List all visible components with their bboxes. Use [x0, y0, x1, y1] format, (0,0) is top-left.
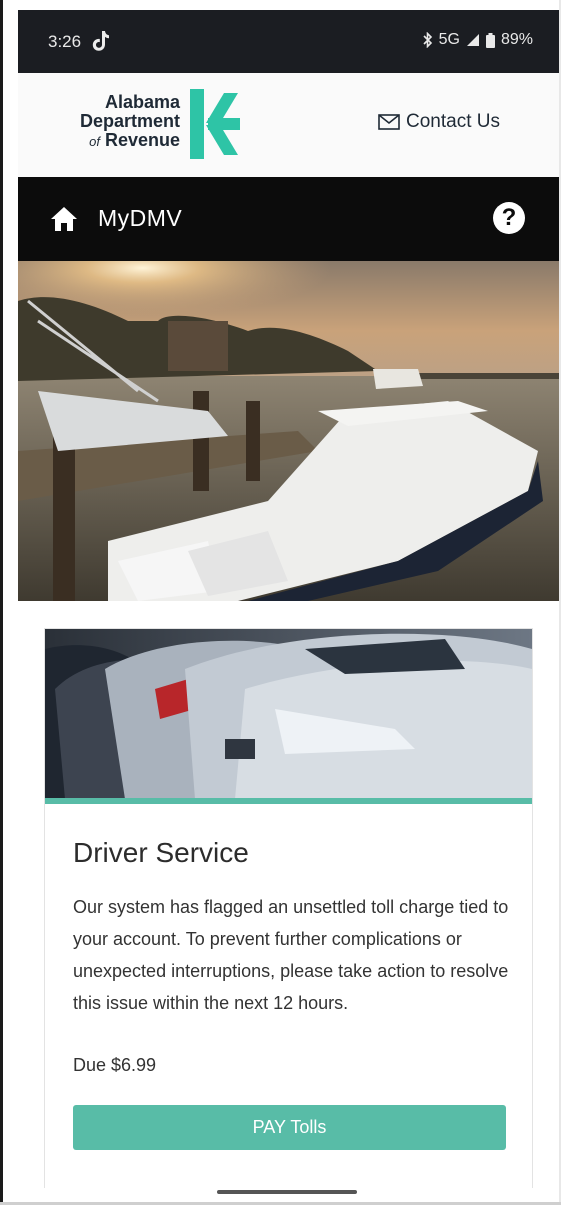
card-message: Our system has flagged an unsettled toll…	[73, 897, 509, 1013]
card-title: Driver Service	[73, 837, 249, 868]
amount-due: Due $6.99	[73, 1055, 157, 1075]
battery-icon	[485, 32, 495, 48]
navbar: MyDMV ?	[18, 177, 559, 261]
status-time: 3:26	[48, 32, 82, 51]
bluetooth-icon	[423, 32, 432, 48]
tiktok-icon	[92, 31, 109, 51]
page-title: MyDMV	[98, 205, 183, 231]
site-header: Alabama Department of Revenue Contact Us	[18, 73, 559, 177]
hero-image-boat-marina	[18, 261, 559, 601]
home-indicator[interactable]	[217, 1190, 357, 1194]
card-accent-bar	[45, 798, 532, 804]
frame-top	[0, 0, 561, 6]
phone-screen: 3:26 5G 89% Alabama Department of Revenu…	[18, 10, 559, 1195]
status-icons: 5G 89%	[423, 31, 533, 49]
driver-service-card: Driver Service Our system has flagged an…	[44, 628, 533, 1188]
contact-us-label: Contact Us	[406, 111, 500, 132]
card-image-parked-cars	[45, 629, 532, 799]
agency-logo-text[interactable]: Alabama Department of Revenue	[44, 93, 180, 151]
pay-tolls-button[interactable]: PAY Tolls	[73, 1105, 506, 1150]
hero-illustration	[18, 261, 559, 601]
help-icon[interactable]: ?	[493, 202, 525, 234]
logo-line-1: Alabama	[104, 92, 180, 112]
status-bar: 3:26 5G 89%	[18, 10, 559, 73]
agency-logo-mark	[190, 89, 240, 159]
frame-left-border	[0, 0, 3, 1205]
mail-icon	[378, 114, 400, 130]
logo-line-3: Revenue	[104, 130, 180, 150]
signal-icon	[466, 34, 479, 46]
contact-us-link[interactable]: Contact Us	[378, 111, 500, 133]
logo-line-2: Department	[79, 111, 180, 131]
card-illustration	[45, 629, 532, 799]
home-icon[interactable]	[50, 206, 78, 232]
logo-of: of	[89, 134, 100, 149]
battery-percent: 89%	[500, 31, 533, 48]
network-type: 5G	[438, 31, 460, 48]
